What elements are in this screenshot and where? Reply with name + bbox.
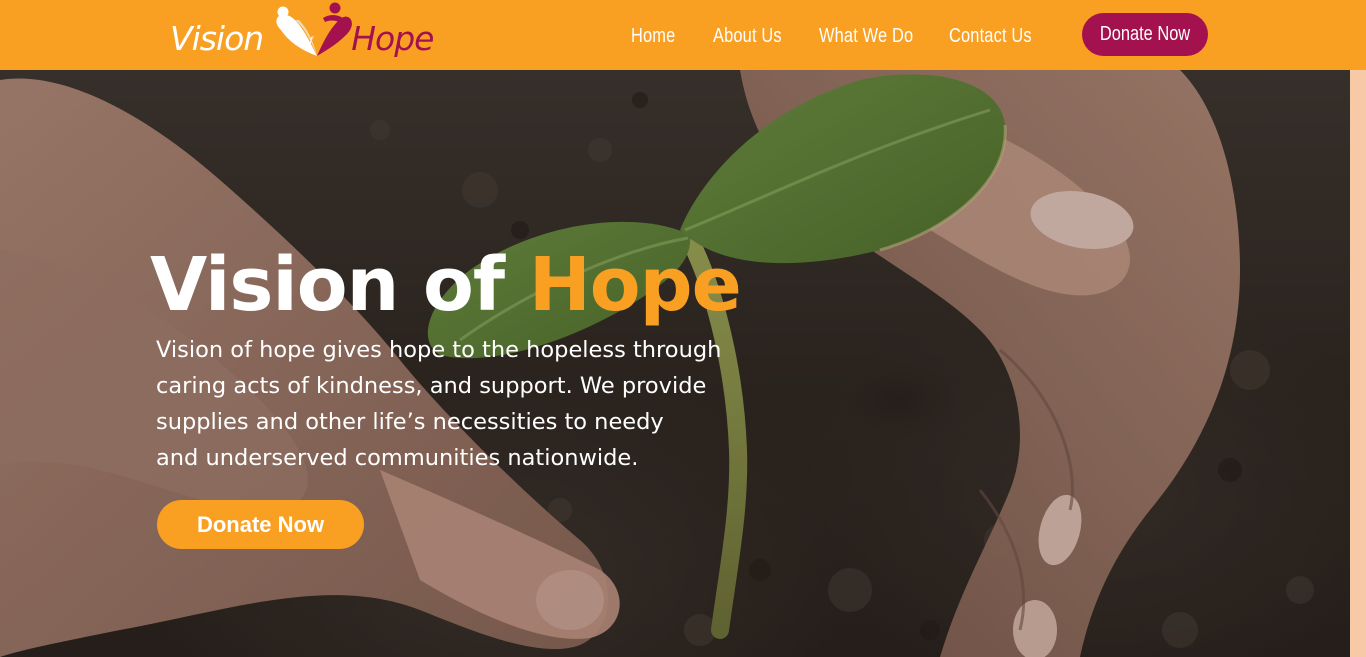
header-donate-button[interactable]: Donate Now <box>1082 13 1208 56</box>
header-donate-label: Donate Now <box>1099 23 1191 45</box>
main-nav: Home About Us What We Do Contact Us <box>631 0 1069 70</box>
logo-text-hope: Hope <box>351 18 434 58</box>
hero-description-line: Vision of hope gives hope to the hopeles… <box>156 337 722 363</box>
nav-link-what-we-do[interactable]: What We Do <box>819 25 913 48</box>
logo-text-vision: Vision <box>170 18 264 58</box>
site-header: Vision of Hope Home About Us What We Do … <box>0 0 1366 70</box>
nav-link-contact-us[interactable]: Contact Us <box>949 25 1032 48</box>
hero-donate-button[interactable]: Donate Now <box>157 500 364 549</box>
hero-title-accent: Hope <box>528 242 742 328</box>
right-edge-strip <box>1350 70 1366 657</box>
hero-section: Vision of Hope Vision of hope gives hope… <box>0 70 1350 657</box>
hero-title-main: Vision of <box>150 242 529 328</box>
hero-description-line: caring acts of kindness, and support. We… <box>156 373 707 399</box>
logo[interactable]: Vision of Hope <box>170 0 434 70</box>
hero-description: Vision of hope gives hope to the hopeles… <box>156 332 786 476</box>
hero-description-line: supplies and other life’s necessities to… <box>156 409 664 435</box>
hero-description-line: and underserved communities nationwide. <box>156 445 639 471</box>
heart-people-logo-icon: of <box>276 2 353 57</box>
nav-link-home[interactable]: Home <box>631 25 675 48</box>
page: Vision of Hope Home About Us What We Do … <box>0 0 1366 657</box>
logo-text-of: of <box>303 36 314 47</box>
nav-link-about-us[interactable]: About Us <box>713 25 782 48</box>
hero-title: Vision of Hope <box>150 240 742 330</box>
